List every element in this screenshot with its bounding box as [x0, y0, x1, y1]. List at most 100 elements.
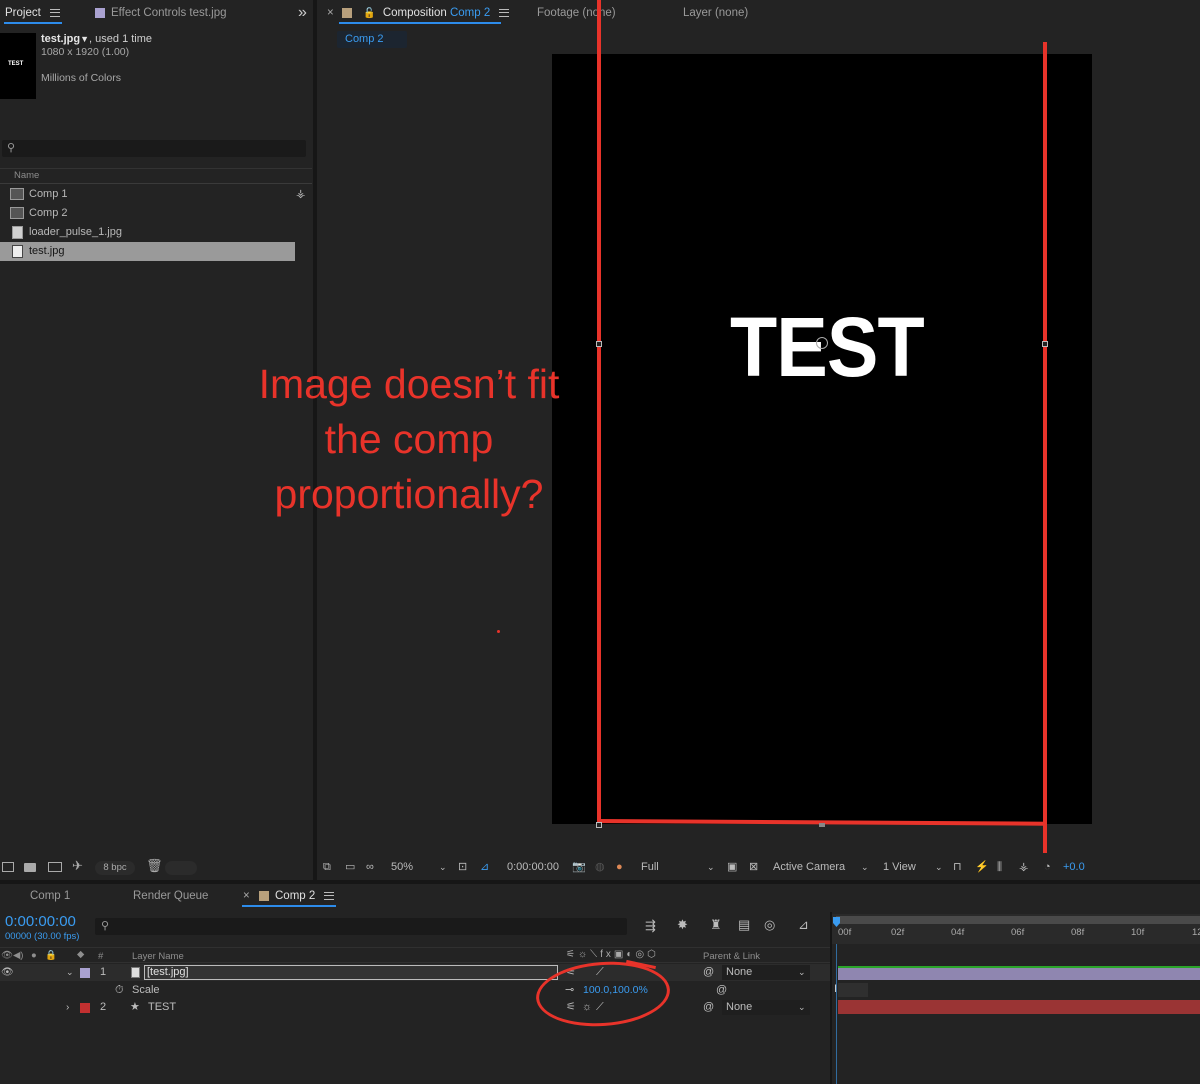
tab-close-icon[interactable]: × [327, 0, 334, 26]
timeline-timecode[interactable]: 0:00:00:00 [5, 913, 76, 930]
search-icon: ⚲ [7, 142, 16, 154]
view-layout-select[interactable]: 1 View ⌄ [883, 858, 947, 876]
composition-icon [10, 207, 24, 219]
parent-select[interactable]: None ⌄ [722, 1000, 810, 1015]
trash-icon[interactable]: 🗑 [146, 858, 163, 874]
expression-pickwhip-icon[interactable]: @ [716, 982, 727, 999]
tab-effect-controls-label: Effect Controls test.jpg [111, 7, 227, 19]
project-scroll-pill[interactable] [165, 861, 197, 875]
list-item-label: Comp 2 [29, 207, 68, 219]
graph-editor-icon[interactable]: ⊿ [798, 917, 809, 933]
column-parent-link[interactable]: Parent & Link [703, 951, 760, 962]
list-item-selected[interactable]: test.jpg [0, 242, 295, 261]
list-item[interactable]: Comp 2 [0, 204, 312, 223]
anchor-point-icon[interactable] [816, 337, 828, 349]
toggle-pixel-aspect-icon[interactable]: ⊓ [953, 858, 962, 876]
region-of-interest-icon[interactable]: ⊡ [458, 858, 467, 876]
color-channels-icon[interactable]: ● [616, 858, 623, 876]
frame-blending-icon[interactable]: ▤ [738, 917, 750, 933]
parent-select[interactable]: None ⌄ [722, 965, 810, 980]
layer-1-duration-bar[interactable] [838, 966, 1200, 980]
chevron-down-icon: ⌄ [798, 1002, 806, 1012]
layer-2-duration-bar[interactable] [838, 1000, 1200, 1014]
chevron-down-icon: ⌄ [798, 967, 806, 977]
stopwatch-icon[interactable]: ⏱ [115, 982, 124, 999]
layer-handle[interactable] [596, 822, 602, 828]
pickwhip-icon[interactable]: @ [703, 999, 714, 1016]
comp-timecode[interactable]: 0:00:00:00 [507, 858, 559, 876]
resolution-select[interactable]: Full ⌄ [641, 858, 719, 876]
panel-menu-icon[interactable] [324, 891, 335, 900]
property-row[interactable]: ⏱ Scale ⊸ 100.0,100.0% @ [0, 982, 830, 999]
tab-footage[interactable]: Footage (none) [537, 0, 616, 26]
layer-name-field[interactable]: [test.jpg] [144, 965, 558, 980]
snapshot-icon[interactable]: 📷 [572, 858, 586, 876]
shy-layers-icon[interactable]: ♜ [710, 917, 722, 933]
reset-exposure-icon[interactable]: ◔ [1044, 858, 1051, 876]
show-snapshot-icon[interactable]: ◍ [595, 858, 605, 876]
toggle-transparency-icon[interactable]: ⊠ [749, 858, 758, 876]
eye-icon[interactable]: 👁 [1, 964, 14, 981]
tab-timeline-comp1[interactable]: Comp 1 [20, 883, 70, 909]
interpret-footage-icon[interactable] [2, 862, 14, 872]
transparency-grid-icon[interactable]: ⊿ [480, 858, 489, 876]
playhead[interactable] [833, 917, 840, 937]
mask-visibility-icon[interactable]: ∞ [366, 858, 374, 876]
canvas-text-layer[interactable]: TEST [730, 299, 925, 396]
timeline-icon[interactable]: ⫼ [997, 858, 1002, 876]
property-label: Scale [132, 984, 160, 996]
always-preview-icon[interactable]: ⧉ [323, 858, 331, 876]
footage-dropdown-icon[interactable]: ▼ [80, 34, 89, 44]
keyframe-area[interactable] [838, 983, 868, 997]
new-comp-icon[interactable] [48, 862, 62, 872]
used-count-text: , used 1 time [89, 33, 153, 45]
new-folder-icon[interactable] [24, 863, 36, 872]
tab-comp1-label: Comp 1 [30, 890, 71, 902]
timeline-graph-divider[interactable] [830, 912, 832, 1084]
list-item[interactable]: loader_pulse_1.jpg [0, 223, 312, 242]
camera-select[interactable]: Active Camera ⌄ [773, 858, 873, 876]
monitor-icon[interactable]: ▭ [345, 858, 355, 876]
fast-preview-icon[interactable]: ⚡ [975, 858, 989, 876]
tab-render-queue[interactable]: Render Queue [133, 883, 208, 909]
layer-row[interactable]: › 2 ★ TEST ⚟ ☼ ⟋ @ None ⌄ [0, 999, 830, 1016]
tab-comp2-underline [242, 905, 336, 907]
layer-handle[interactable] [596, 341, 602, 347]
panel-menu-icon[interactable] [50, 8, 60, 17]
lock-icon[interactable]: 🔓 [363, 8, 375, 19]
footage-thumbnail: TEST [0, 33, 36, 99]
column-name-label[interactable]: Name [14, 170, 39, 181]
exposure-value[interactable]: +0.0 [1063, 858, 1085, 876]
comp-mini-flowchart-icon[interactable]: ⇶ [645, 918, 656, 934]
project-search-input[interactable]: ⚲ [2, 140, 306, 157]
composition-canvas[interactable]: TEST [552, 54, 1092, 824]
zoom-select[interactable]: 50% ⌄ [391, 858, 451, 876]
flowchart-icon[interactable]: ⚶ [296, 185, 305, 204]
draft-3d-icon[interactable]: ✸ [677, 917, 688, 933]
work-area-bar[interactable] [836, 916, 1200, 924]
column-layer-name[interactable]: Layer Name [132, 951, 184, 962]
list-item[interactable]: Comp 1 ⚶ [0, 185, 312, 204]
layer-label-swatch[interactable] [80, 968, 90, 978]
timeline-search-input[interactable]: ⚲ [95, 918, 627, 935]
motion-blur-icon[interactable]: ◎ [764, 917, 775, 933]
expand-chevron-icon[interactable]: ⌄ [66, 964, 74, 981]
breadcrumb[interactable]: Comp 2 [337, 31, 407, 48]
tab-effect-controls[interactable]: Effect Controls test.jpg [95, 0, 226, 26]
layer-name[interactable]: TEST [148, 999, 176, 1016]
fast-previews-icon[interactable]: ▣ [727, 858, 737, 876]
footage-name[interactable]: test.jpg▼, used 1 time [41, 33, 152, 45]
expand-panel-icon[interactable]: » [298, 4, 307, 22]
panel-menu-icon[interactable] [499, 8, 510, 17]
pickwhip-icon[interactable]: @ [703, 964, 714, 981]
expand-chevron-icon[interactable]: › [66, 999, 69, 1016]
bpc-button[interactable]: 8 bpc [95, 861, 135, 875]
layer-label-swatch[interactable] [80, 1003, 90, 1013]
layer-row[interactable]: 👁 ⌄ 1 [test.jpg] ⚟ ⟋ @ None ⌄ [0, 964, 830, 981]
layer-handle[interactable] [819, 823, 825, 827]
flowchart-icon[interactable]: ⚶ [1019, 858, 1028, 876]
layer-handle[interactable] [1042, 341, 1048, 347]
tab-layer[interactable]: Layer (none) [683, 0, 748, 26]
adjust-icon[interactable]: ✈ [72, 858, 83, 874]
list-item-label: Comp 1 [29, 188, 68, 200]
